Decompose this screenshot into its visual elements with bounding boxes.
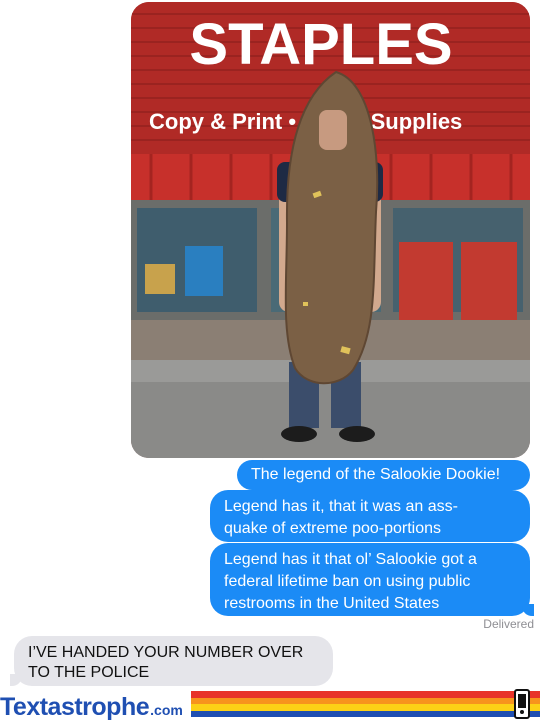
storefront-photo: STAPLES Copy & Print • Office Supplies <box>131 2 530 458</box>
footer-banner: Textastrophe .com <box>0 689 540 721</box>
sign-text: STAPLES <box>189 12 452 77</box>
sent-message[interactable]: Legend has it, that it was an ass- quake… <box>210 490 530 542</box>
photo-attachment[interactable]: STAPLES Copy & Print • Office Supplies <box>131 2 530 458</box>
sent-message[interactable]: The legend of the Salookie Dookie! <box>237 460 530 490</box>
logo-main-text: Textastrophe <box>0 693 150 721</box>
site-logo[interactable]: Textastrophe .com <box>0 689 191 721</box>
delivered-status: Delivered <box>483 617 534 631</box>
received-message[interactable]: I’VE HANDED YOUR NUMBER OVER TO THE POLI… <box>10 636 333 686</box>
phone-icon <box>514 689 530 719</box>
sent-message[interactable]: Legend has it that ol’ Salookie got a fe… <box>210 543 534 616</box>
logo-tld-text: .com <box>150 702 183 718</box>
